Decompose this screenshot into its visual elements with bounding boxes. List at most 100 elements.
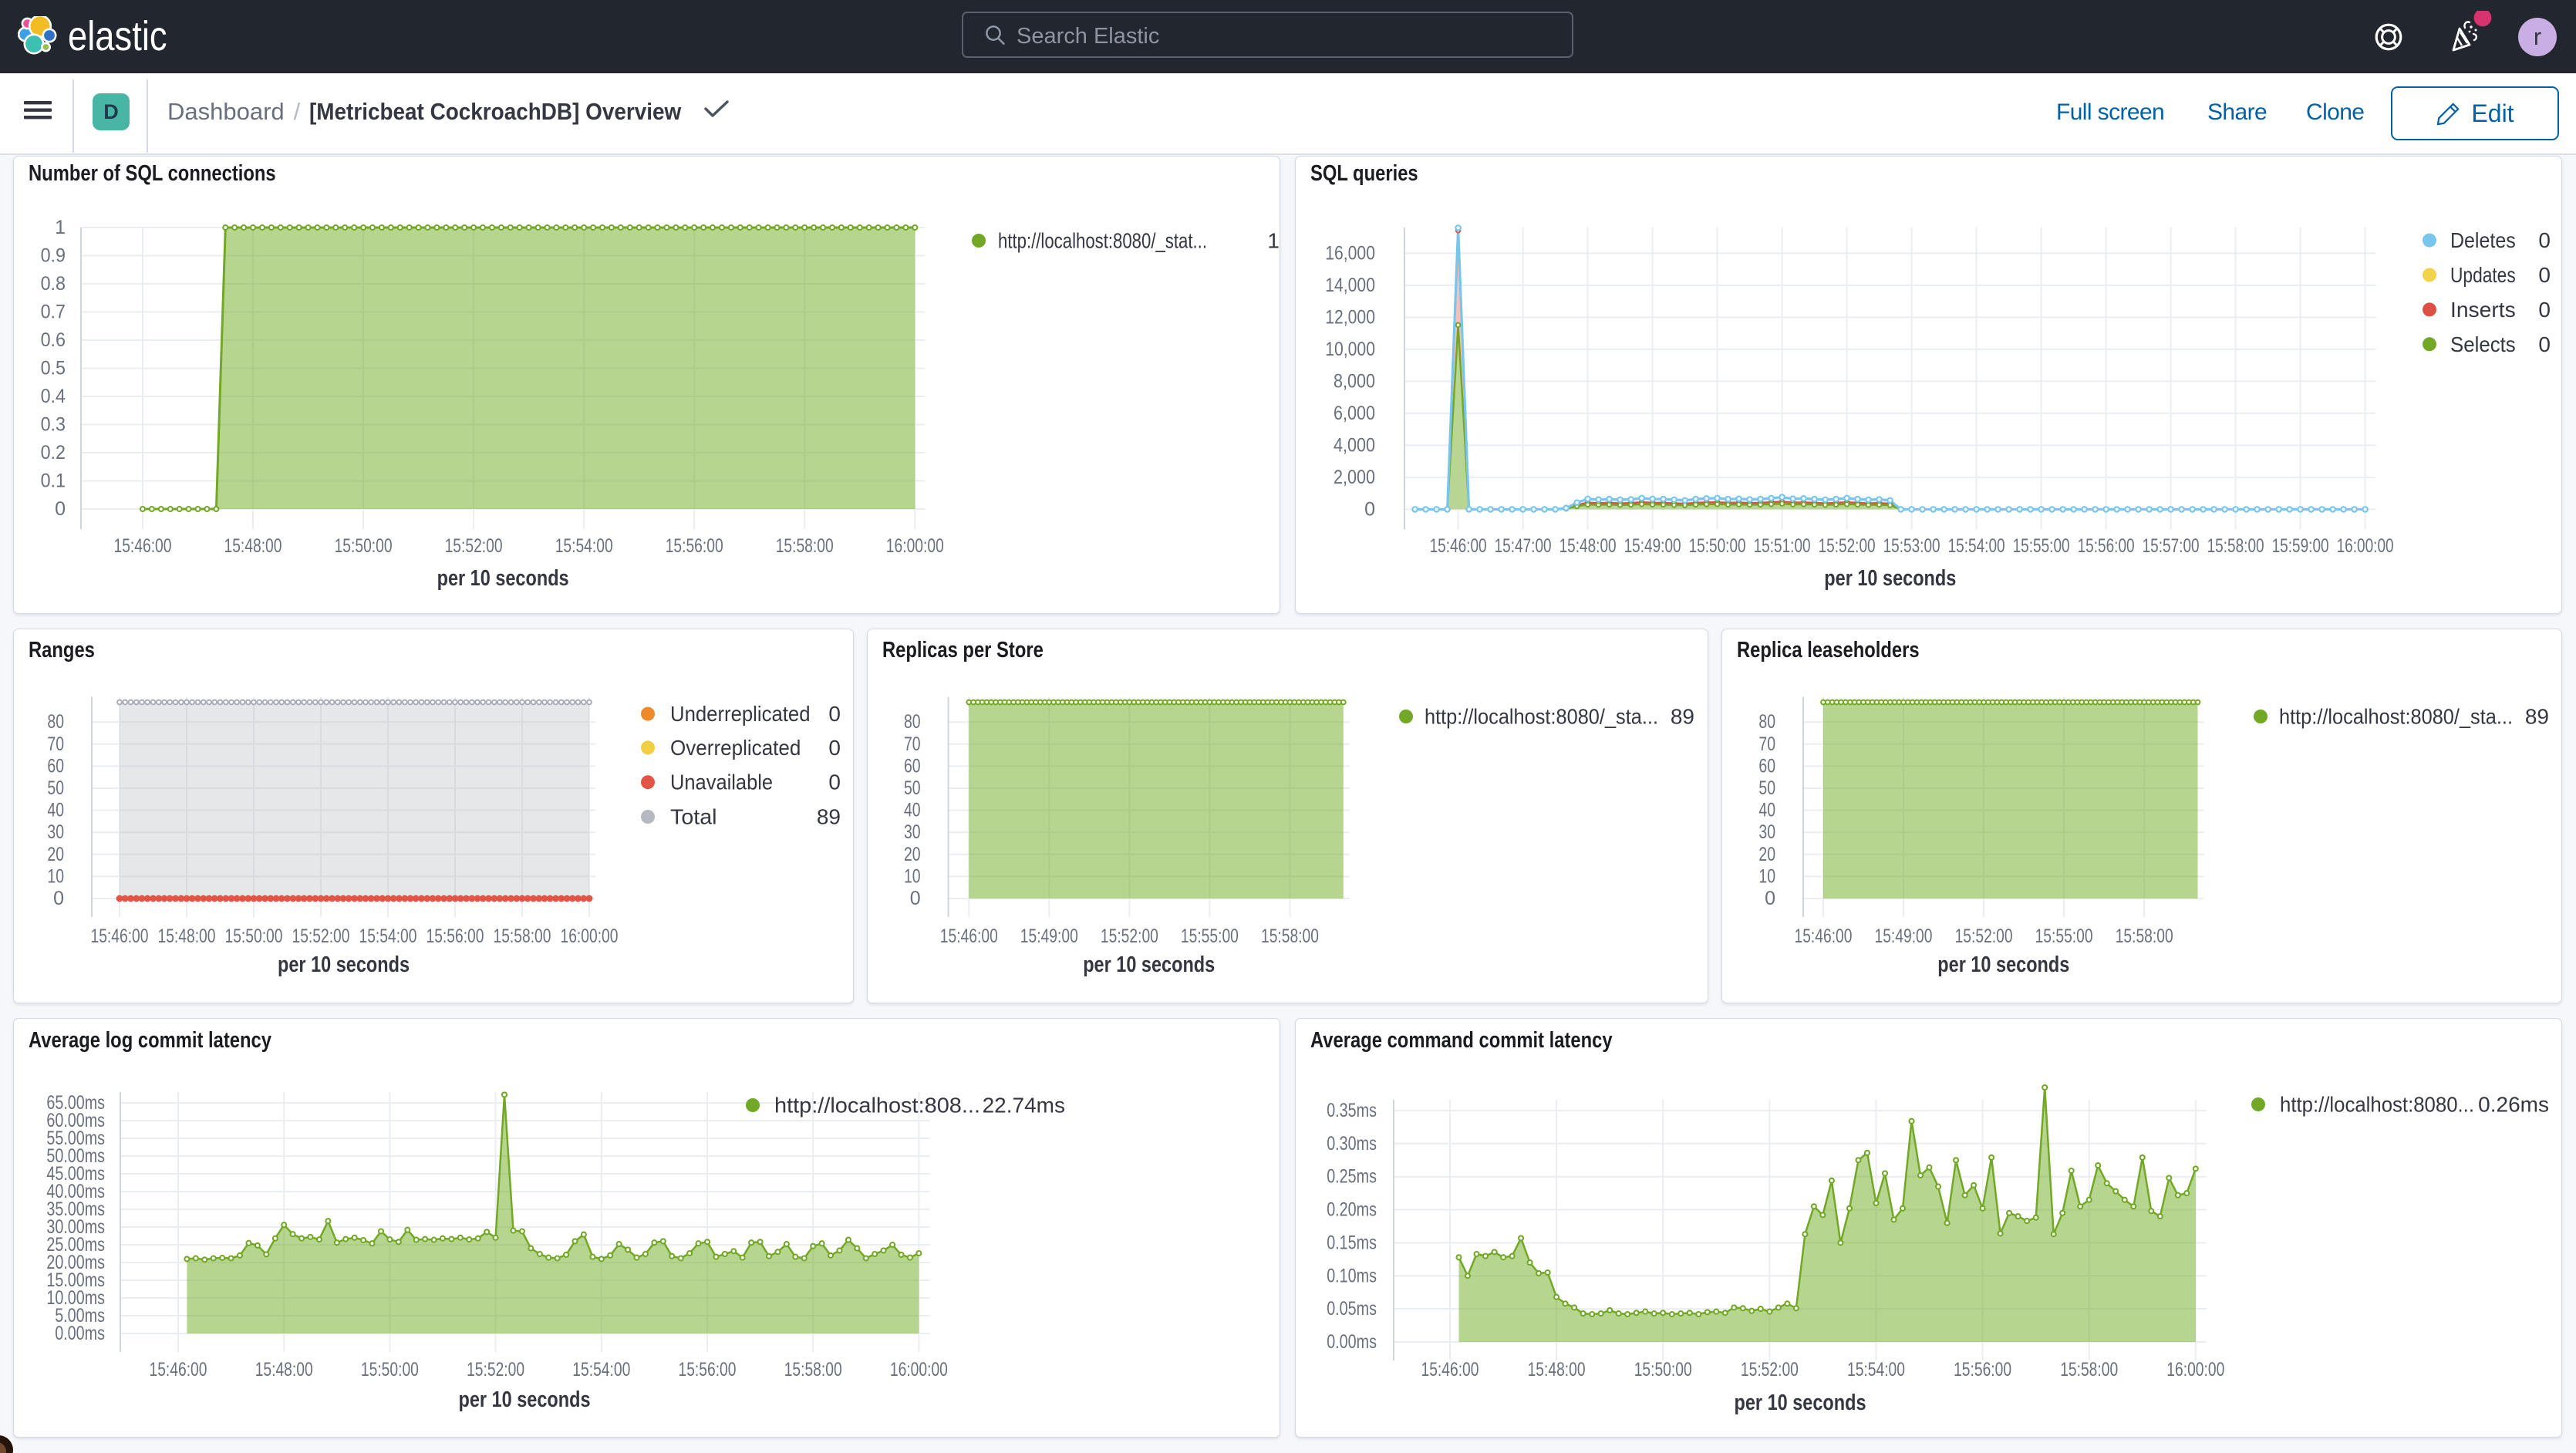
svg-text:15:54:00: 15:54:00 [572,1359,630,1381]
svg-text:0.25ms: 0.25ms [1327,1166,1377,1188]
svg-text:0.26ms: 0.26ms [2478,1093,2549,1117]
svg-text:10: 10 [47,865,64,887]
svg-text:per 10 seconds: per 10 seconds [1735,1391,1866,1415]
svg-text:50: 50 [47,777,64,799]
svg-text:40: 40 [47,800,64,821]
svg-text:Updates: Updates [2450,263,2516,287]
svg-text:1: 1 [55,217,66,238]
svg-text:0: 0 [828,736,841,760]
svg-text:0.05ms: 0.05ms [1327,1298,1377,1320]
svg-text:0.4: 0.4 [41,386,66,407]
svg-text:89: 89 [817,805,841,829]
svg-text:http://localhost:8080/_sta...: http://localhost:8080/_sta... [2279,705,2513,729]
svg-text:15:52:00: 15:52:00 [1741,1359,1799,1381]
svg-text:0: 0 [1364,498,1375,520]
svg-text:70: 70 [47,733,64,755]
svg-text:15:50:00: 15:50:00 [361,1359,419,1381]
svg-text:15:54:00: 15:54:00 [555,535,613,557]
svg-text:12,000: 12,000 [1325,306,1375,328]
svg-text:0.30ms: 0.30ms [1327,1133,1377,1155]
svg-text:15:48:00: 15:48:00 [255,1359,313,1381]
svg-text:20: 20 [904,844,921,865]
svg-text:15:46:00: 15:46:00 [1421,1359,1479,1381]
svg-text:8,000: 8,000 [1334,370,1375,392]
svg-text:15:55:00: 15:55:00 [2013,535,2070,557]
svg-text:15:46:00: 15:46:00 [940,925,998,947]
svg-text:40: 40 [1758,800,1775,821]
svg-text:15:56:00: 15:56:00 [666,535,723,557]
svg-text:15:48:00: 15:48:00 [1559,535,1617,557]
svg-text:15:58:00: 15:58:00 [776,535,834,557]
svg-text:15:55:00: 15:55:00 [1181,925,1239,947]
svg-text:14,000: 14,000 [1325,275,1375,296]
svg-text:http://localhost:808...: http://localhost:808... [774,1094,980,1118]
svg-text:Inserts: Inserts [2450,298,2516,322]
svg-text:15:50:00: 15:50:00 [1634,1359,1692,1381]
svg-text:Underreplicated: Underreplicated [670,702,811,726]
svg-text:0.1: 0.1 [41,470,66,492]
svg-text:16:00:00: 16:00:00 [890,1359,948,1381]
svg-text:0: 0 [2538,263,2551,287]
svg-text:15:48:00: 15:48:00 [1528,1359,1586,1381]
svg-text:15:52:00: 15:52:00 [1101,925,1158,947]
svg-text:60: 60 [47,755,64,777]
svg-text:http://localhost:8080...: http://localhost:8080... [2280,1093,2474,1117]
svg-text:Selects: Selects [2450,332,2516,356]
svg-text:0.10ms: 0.10ms [1327,1265,1377,1286]
svg-text:15:56:00: 15:56:00 [1954,1359,2011,1381]
svg-text:0: 0 [2538,332,2551,356]
svg-text:20: 20 [1758,844,1775,865]
svg-text:1: 1 [1267,229,1280,253]
svg-text:15:52:00: 15:52:00 [1955,925,2013,947]
svg-text:15:50:00: 15:50:00 [335,535,393,557]
svg-text:30: 30 [904,821,921,843]
svg-text:15:59:00: 15:59:00 [2272,535,2329,557]
svg-text:80: 80 [904,711,921,733]
svg-text:per 10 seconds: per 10 seconds [278,952,410,977]
svg-text:0.6: 0.6 [41,329,66,351]
svg-text:80: 80 [47,711,64,733]
svg-text:0.7: 0.7 [41,302,66,323]
svg-text:0: 0 [828,770,841,794]
svg-text:50: 50 [1758,777,1775,799]
svg-text:per 10 seconds: per 10 seconds [1824,566,1956,591]
svg-text:15:46:00: 15:46:00 [150,1359,207,1381]
svg-text:60: 60 [1758,755,1775,777]
svg-text:0.5: 0.5 [41,358,66,379]
svg-text:89: 89 [1671,705,1694,729]
svg-text:15:52:00: 15:52:00 [1819,535,1876,557]
svg-text:15:48:00: 15:48:00 [158,925,216,947]
svg-text:0: 0 [53,888,64,909]
svg-text:2,000: 2,000 [1334,467,1375,488]
svg-text:65.00ms: 65.00ms [46,1092,105,1114]
svg-text:0.2: 0.2 [41,442,66,464]
svg-text:0.20ms: 0.20ms [1327,1199,1377,1221]
svg-text:15:54:00: 15:54:00 [1948,535,2005,557]
svg-text:4,000: 4,000 [1334,434,1375,456]
svg-text:Unavailable: Unavailable [670,770,773,794]
svg-text:50: 50 [904,777,921,799]
svg-text:30: 30 [1758,821,1775,843]
svg-text:15:49:00: 15:49:00 [1624,535,1681,557]
svg-text:0: 0 [2538,298,2551,322]
svg-text:15:56:00: 15:56:00 [427,925,484,947]
svg-text:70: 70 [1758,733,1775,755]
svg-text:16:00:00: 16:00:00 [2166,1359,2224,1381]
svg-text:per 10 seconds: per 10 seconds [437,566,569,591]
svg-text:0: 0 [1765,888,1775,909]
svg-text:15:55:00: 15:55:00 [2035,925,2093,947]
svg-text:80: 80 [1758,711,1775,733]
svg-text:0: 0 [55,498,66,520]
svg-text:0: 0 [2538,228,2551,252]
svg-text:15:46:00: 15:46:00 [1795,925,1853,947]
svg-text:15:52:00: 15:52:00 [467,1359,524,1381]
svg-text:0.00ms: 0.00ms [1327,1331,1377,1353]
svg-text:15:56:00: 15:56:00 [2078,535,2135,557]
svg-text:15:50:00: 15:50:00 [1689,535,1746,557]
svg-text:per 10 seconds: per 10 seconds [1083,952,1215,977]
svg-text:15:53:00: 15:53:00 [1883,535,1940,557]
svg-text:10: 10 [904,865,921,887]
svg-text:89: 89 [2525,705,2549,729]
svg-text:15:58:00: 15:58:00 [494,925,551,947]
svg-text:15:50:00: 15:50:00 [225,925,283,947]
